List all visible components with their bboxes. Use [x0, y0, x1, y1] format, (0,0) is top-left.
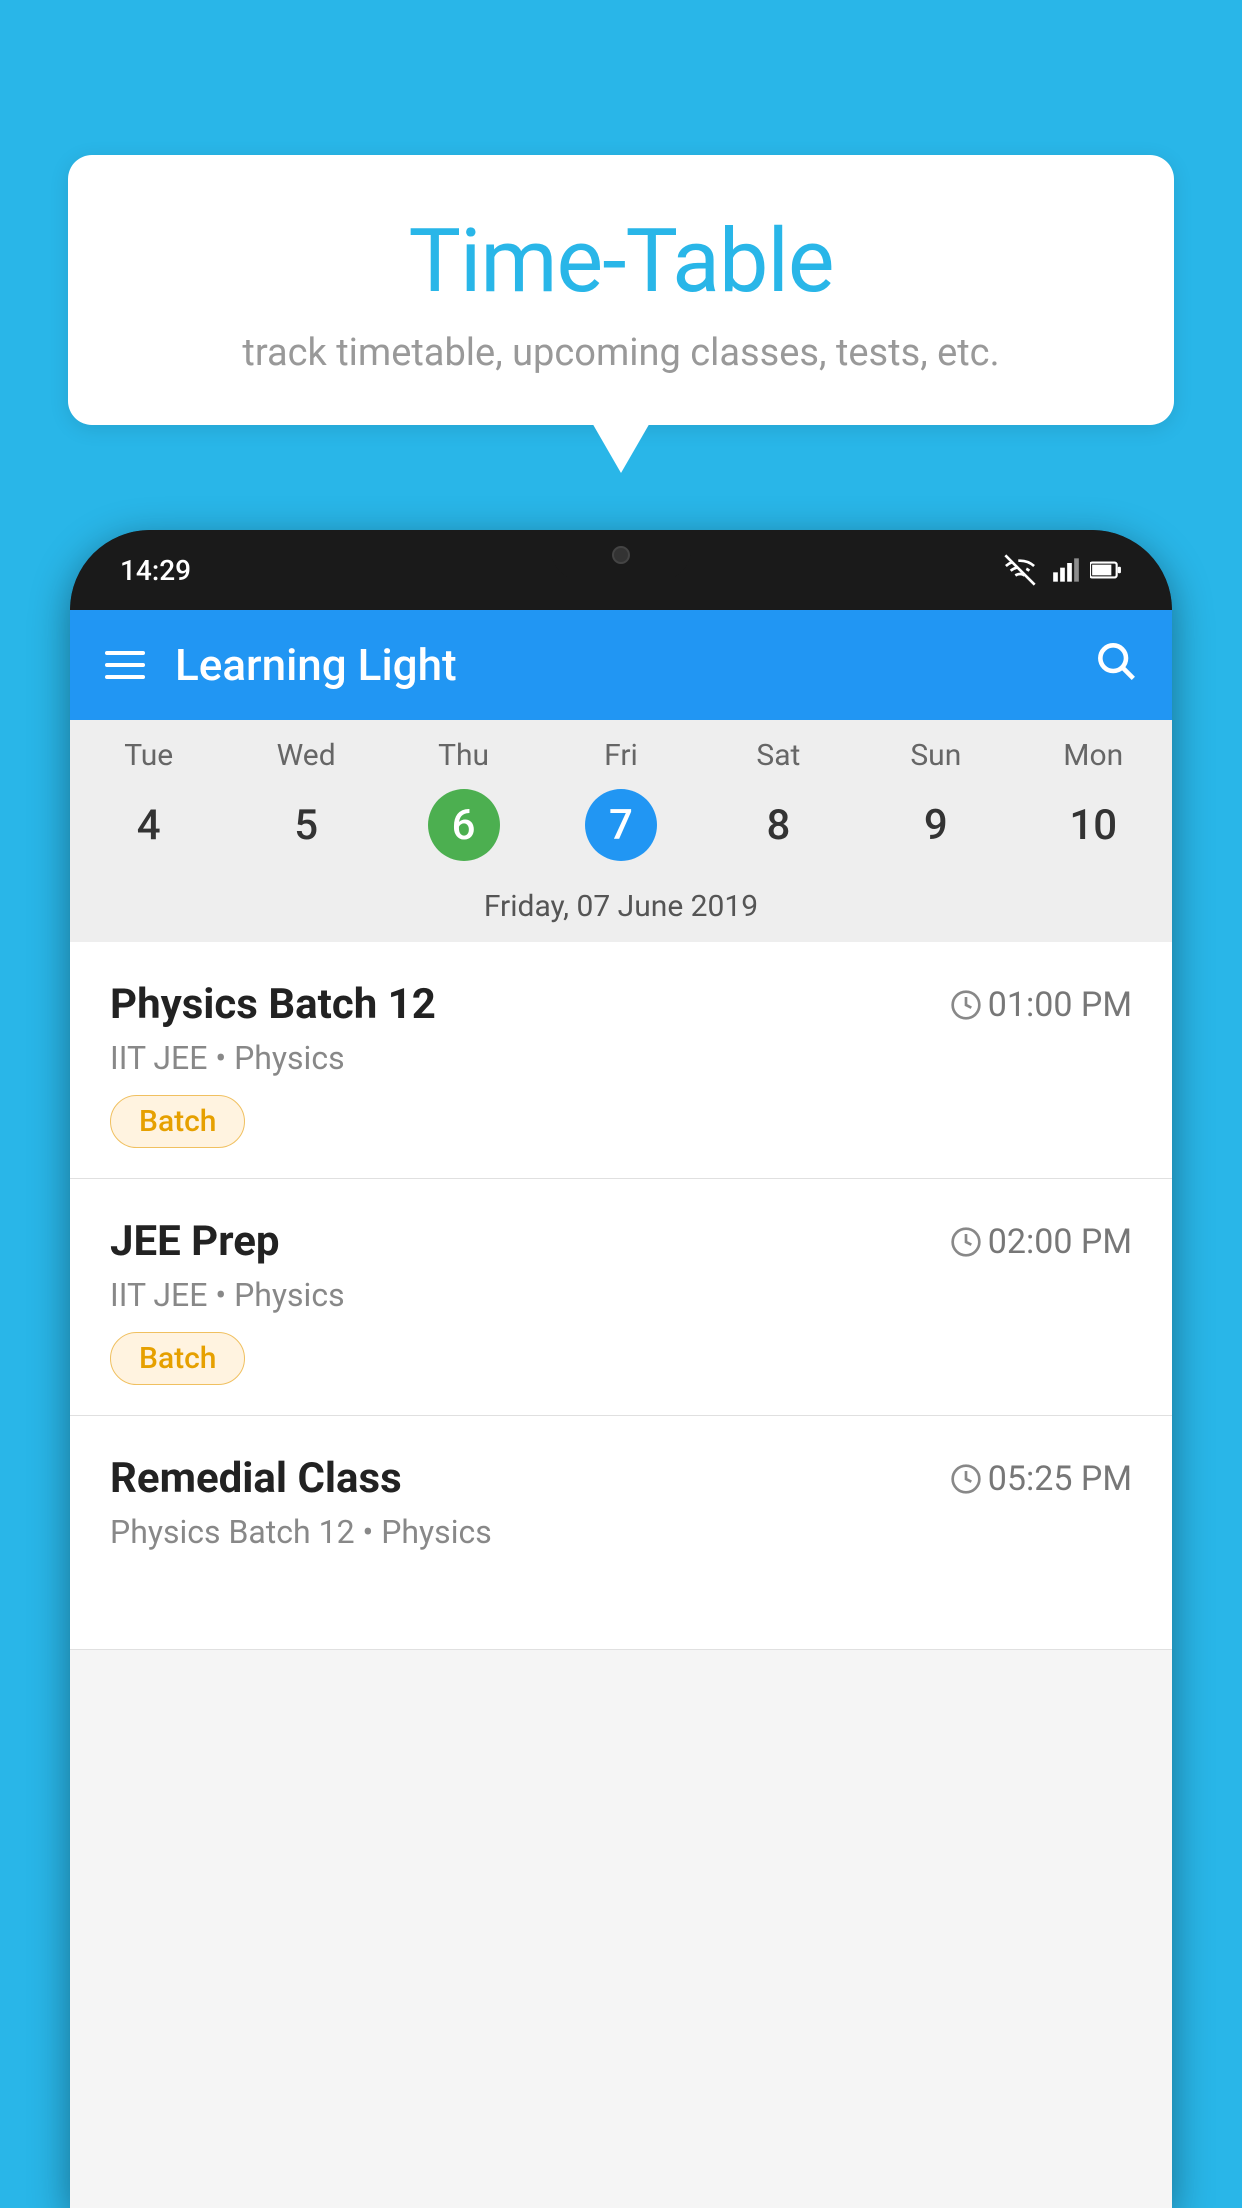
batch-tag-2: Batch	[110, 1332, 245, 1385]
class-time-3: 05:25 PM	[950, 1459, 1132, 1499]
day-8[interactable]: 8	[700, 789, 857, 861]
classes-list: Physics Batch 12 01:00 PM IIT JEE • Phys…	[70, 942, 1172, 1650]
class-detail-2: IIT JEE • Physics	[110, 1276, 1132, 1314]
speech-bubble: Time-Table track timetable, upcoming cla…	[68, 155, 1174, 425]
battery-icon	[1090, 556, 1122, 584]
class-card-1[interactable]: Physics Batch 12 01:00 PM IIT JEE • Phys…	[70, 942, 1172, 1179]
day-header-thu: Thu	[385, 738, 542, 773]
class-card-2-header: JEE Prep 02:00 PM	[110, 1217, 1132, 1266]
status-time: 14:29	[120, 554, 191, 587]
day-header-sat: Sat	[700, 738, 857, 773]
wifi-icon	[1004, 554, 1036, 586]
search-icon[interactable]	[1093, 638, 1137, 693]
clock-icon-1	[950, 989, 982, 1021]
class-time-1: 01:00 PM	[950, 985, 1132, 1025]
class-name-2: JEE Prep	[110, 1217, 280, 1266]
clock-icon-3	[950, 1463, 982, 1495]
day-5[interactable]: 5	[227, 789, 384, 861]
status-icons	[1004, 554, 1122, 586]
class-card-1-header: Physics Batch 12 01:00 PM	[110, 980, 1132, 1029]
class-time-2: 02:00 PM	[950, 1222, 1132, 1262]
app-title: Learning Light	[175, 639, 1093, 691]
day-9[interactable]: 9	[857, 789, 1014, 861]
speech-bubble-container: Time-Table track timetable, upcoming cla…	[68, 155, 1174, 425]
phone-frame: 14:29	[70, 530, 1172, 2208]
day-circle-6[interactable]: 6	[428, 789, 500, 861]
day-header-wed: Wed	[227, 738, 384, 773]
class-time-text-1: 01:00 PM	[988, 985, 1132, 1025]
day-6[interactable]: 6	[385, 789, 542, 861]
day-header-sun: Sun	[857, 738, 1014, 773]
class-detail-3: Physics Batch 12 • Physics	[110, 1513, 1132, 1551]
class-name-3: Remedial Class	[110, 1454, 402, 1503]
selected-date-label: Friday, 07 June 2019	[70, 879, 1172, 942]
bubble-title: Time-Table	[128, 210, 1114, 313]
clock-icon-2	[950, 1226, 982, 1258]
class-card-2[interactable]: JEE Prep 02:00 PM IIT JEE • Physics Batc…	[70, 1179, 1172, 1416]
status-bar: 14:29	[70, 530, 1172, 610]
day-header-tue: Tue	[70, 738, 227, 773]
camera	[612, 546, 630, 564]
calendar-strip: Tue Wed Thu Fri Sat Sun Mon 4 5 6 7 8 9 …	[70, 720, 1172, 942]
notch	[551, 530, 691, 580]
day-header-mon: Mon	[1015, 738, 1172, 773]
day-numbers: 4 5 6 7 8 9 10	[70, 781, 1172, 879]
class-name-1: Physics Batch 12	[110, 980, 436, 1029]
day-header-fri: Fri	[542, 738, 699, 773]
bubble-subtitle: track timetable, upcoming classes, tests…	[128, 331, 1114, 375]
class-card-3[interactable]: Remedial Class 05:25 PM Physics Batch 12…	[70, 1416, 1172, 1650]
batch-tag-1: Batch	[110, 1095, 245, 1148]
class-time-text-3: 05:25 PM	[988, 1459, 1132, 1499]
day-headers: Tue Wed Thu Fri Sat Sun Mon	[70, 720, 1172, 781]
day-4[interactable]: 4	[70, 789, 227, 861]
class-card-3-header: Remedial Class 05:25 PM	[110, 1454, 1132, 1503]
day-10[interactable]: 10	[1015, 789, 1172, 861]
day-7[interactable]: 7	[542, 789, 699, 861]
class-time-text-2: 02:00 PM	[988, 1222, 1132, 1262]
phone-screen: Learning Light Tue Wed Thu Fri Sat Sun M…	[70, 610, 1172, 2208]
app-bar: Learning Light	[70, 610, 1172, 720]
signal-icon	[1052, 556, 1080, 584]
menu-button[interactable]	[105, 651, 145, 679]
day-circle-7[interactable]: 7	[585, 789, 657, 861]
class-detail-1: IIT JEE • Physics	[110, 1039, 1132, 1077]
